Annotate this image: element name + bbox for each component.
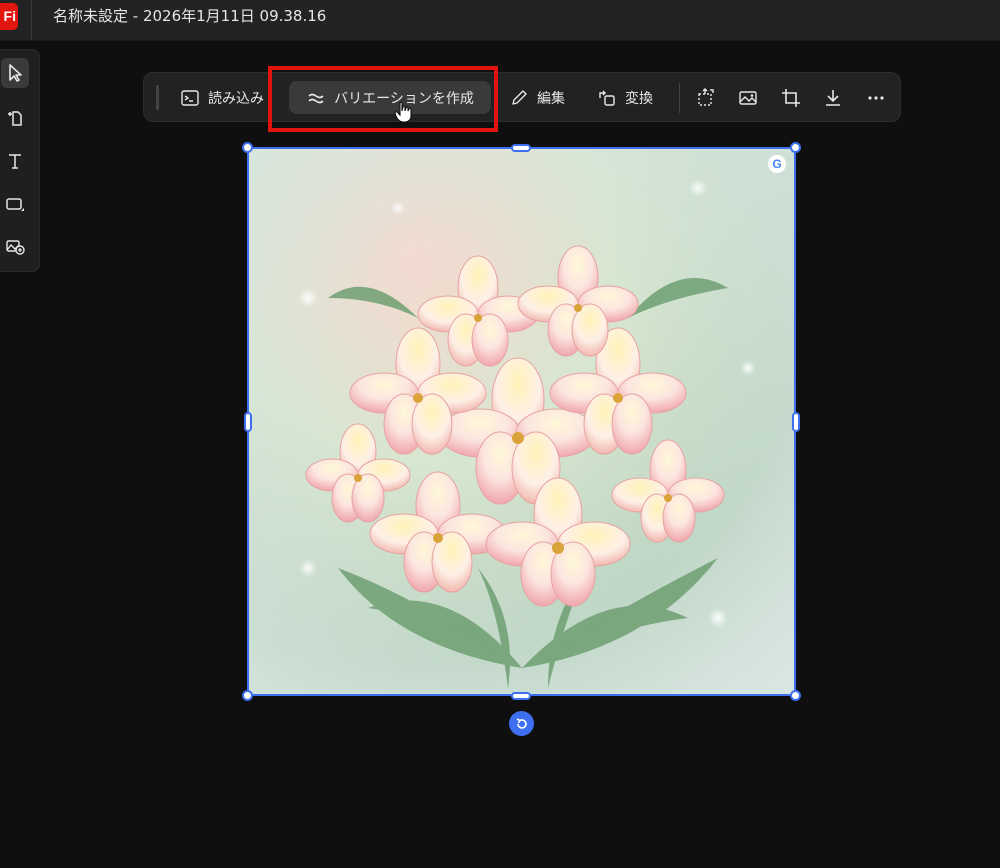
expand-icon	[698, 88, 714, 106]
resize-handle-bottom-left[interactable]	[242, 690, 253, 701]
pencil-icon	[512, 89, 527, 105]
import-label: 読み込み	[208, 90, 264, 107]
generate-image-tool-button[interactable]	[1, 231, 29, 261]
flower-bouquet-illustration	[298, 179, 756, 688]
add-page-tool-button[interactable]	[1, 103, 29, 133]
select-tool-button[interactable]	[1, 58, 29, 88]
import-button[interactable]: 読み込み	[180, 81, 264, 114]
shape-tool-button[interactable]	[1, 189, 29, 219]
highlight-annotation	[268, 66, 498, 132]
transform-icon	[599, 90, 615, 106]
resize-handle-top[interactable]	[511, 144, 531, 152]
more-icon	[868, 96, 884, 100]
add-page-icon	[8, 111, 22, 126]
hand-cursor-icon	[394, 101, 412, 123]
app-logo[interactable]: Fi	[0, 3, 18, 30]
rotate-icon	[516, 717, 527, 729]
transform-button[interactable]: 変換	[597, 81, 653, 114]
download-icon	[826, 90, 840, 106]
resize-handle-top-right[interactable]	[790, 142, 801, 153]
image-button[interactable]	[736, 86, 760, 110]
expand-button[interactable]	[693, 86, 717, 110]
toolbar-divider	[679, 83, 680, 113]
download-button[interactable]	[821, 86, 845, 110]
resize-handle-left[interactable]	[244, 412, 252, 432]
title-bar: Fi 名称未設定 - 2026年1月11日 09.38.16	[0, 0, 1000, 41]
pointer-arrow-icon	[9, 64, 22, 82]
resize-handle-top-left[interactable]	[242, 142, 253, 153]
text-tool-button[interactable]	[1, 146, 29, 176]
image-add-icon	[6, 240, 25, 255]
transform-label: 変換	[625, 90, 653, 107]
text-icon	[9, 154, 21, 169]
tool-rail	[0, 49, 40, 272]
resize-handle-bottom[interactable]	[511, 692, 531, 700]
resize-handle-right[interactable]	[792, 412, 800, 432]
canvas-image[interactable]	[248, 148, 796, 696]
more-options-button[interactable]	[864, 86, 888, 110]
resize-handle-bottom-right[interactable]	[790, 690, 801, 701]
edit-button[interactable]: 編集	[509, 81, 565, 114]
crop-button[interactable]	[779, 86, 803, 110]
crop-icon	[782, 89, 800, 107]
image-icon	[739, 91, 757, 105]
rectangle-icon	[6, 198, 24, 211]
context-toolbar: 読み込み バリエーションを作成 編集 変換	[143, 72, 901, 122]
edit-label: 編集	[537, 90, 565, 107]
document-title[interactable]: 名称未設定 - 2026年1月11日 09.38.16	[53, 5, 326, 26]
google-badge: G	[768, 155, 786, 173]
rotate-button[interactable]	[509, 711, 534, 736]
title-divider	[31, 0, 32, 40]
toolbar-drag-handle[interactable]	[156, 85, 159, 110]
terminal-icon	[181, 89, 199, 106]
